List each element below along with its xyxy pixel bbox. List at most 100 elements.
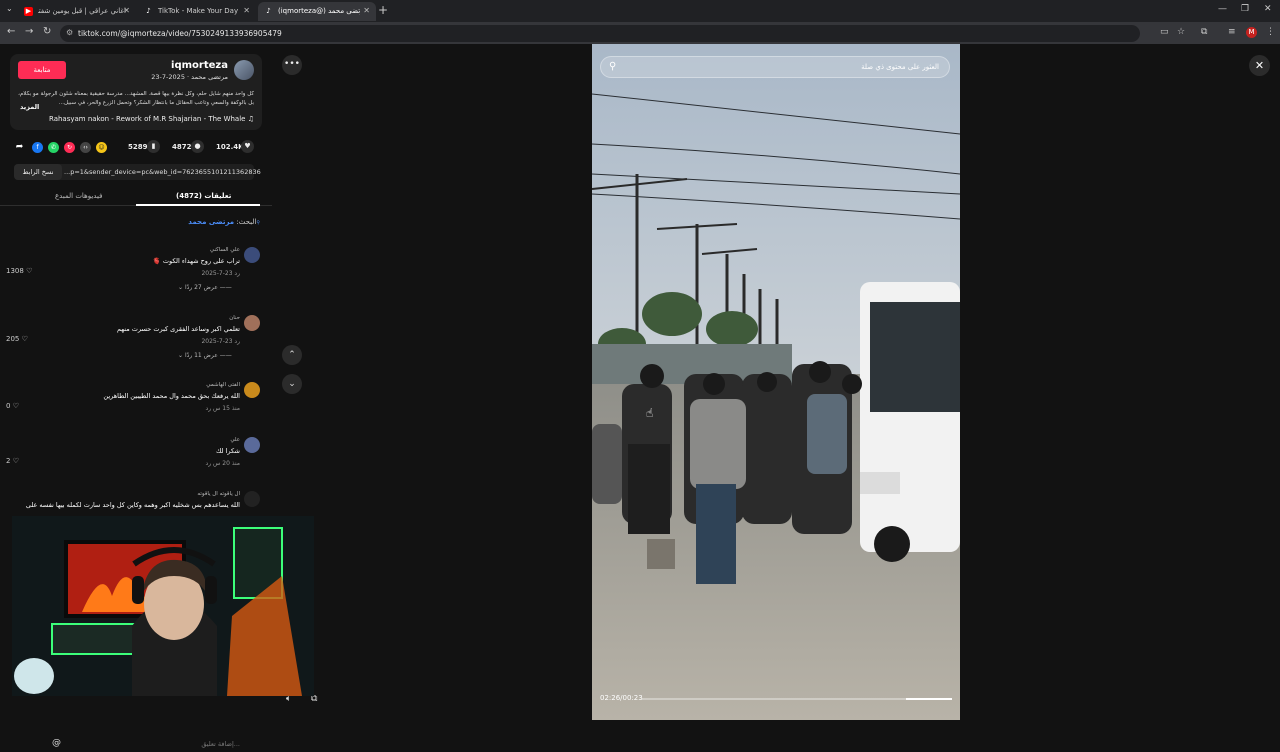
- video-progress-bar[interactable]: [642, 698, 952, 700]
- whatsapp-icon[interactable]: ✆: [48, 142, 59, 153]
- restore-icon[interactable]: ❐: [1241, 4, 1249, 14]
- comment-text: تعلمي اكبر وساعد الفقرى كبرت حسرت منهم: [116, 325, 240, 333]
- commenter-avatar[interactable]: [244, 382, 260, 398]
- comments-count: 4872: [172, 143, 192, 151]
- commenter-name[interactable]: علي: [230, 437, 240, 443]
- follow-button[interactable]: متابعة: [18, 61, 66, 79]
- comment-meta: منذ 15 س رد: [205, 405, 240, 412]
- browser-tab-youtube[interactable]: ▶ اغاني عراقي | قبل يومين شفته و... ✕: [18, 2, 136, 21]
- music-note-icon: ♫: [247, 115, 254, 123]
- comment-like[interactable]: 2 ♡: [6, 457, 19, 465]
- close-window-icon[interactable]: ✕: [1264, 4, 1272, 14]
- author-subline: مرتضى محمد · 2025-7-23: [151, 73, 228, 81]
- likes-count: 102.4K: [216, 143, 244, 151]
- replies-label: عرض 11 ردًا: [184, 352, 218, 359]
- back-icon[interactable]: ←: [7, 26, 15, 37]
- new-tab-button[interactable]: +: [378, 3, 388, 17]
- minimize-icon[interactable]: —: [1218, 4, 1227, 14]
- close-tab-icon[interactable]: ✕: [363, 6, 370, 15]
- heart-outline-icon: ♡: [21, 335, 28, 343]
- next-video-button[interactable]: ⌄: [282, 374, 302, 394]
- bookmark-star-icon[interactable]: ☆: [1177, 27, 1185, 37]
- emoji-icon[interactable]: ☺: [96, 142, 107, 153]
- browser-tab-bar: ⌄ ▶ اغاني عراقي | قبل يومين شفته و... ✕ …: [0, 0, 1280, 22]
- browser-tab-tiktok[interactable]: ♪ TikTok - Make Your Day ✕: [138, 2, 256, 21]
- author-username[interactable]: iqmorteza: [171, 60, 228, 71]
- view-replies[interactable]: ⌄ عرض 27 ردًا ——: [178, 284, 232, 291]
- tab-list-icon[interactable]: ⌄: [6, 4, 13, 13]
- video-frame: [592, 44, 960, 720]
- at-mention-icon[interactable]: @: [52, 738, 61, 748]
- author-card: متابعة iqmorteza مرتضى محمد · 2025-7-23 …: [10, 54, 262, 130]
- commenter-avatar[interactable]: [244, 491, 260, 507]
- close-icon[interactable]: ✕: [1249, 55, 1270, 76]
- cast-icon[interactable]: ▭: [1160, 27, 1169, 37]
- music-title: Rahasyam nakon - Rework of M.R Shajarian…: [48, 115, 246, 123]
- profile-avatar[interactable]: M: [1246, 27, 1257, 38]
- webcam-overlay: [12, 516, 314, 696]
- more-options-button[interactable]: •••: [282, 55, 302, 75]
- facebook-icon[interactable]: f: [32, 142, 43, 153]
- commenter-avatar[interactable]: [244, 437, 260, 453]
- commenter-name[interactable]: الفتى الهاشمي: [206, 382, 240, 388]
- commenter-name[interactable]: علي الساكني: [210, 247, 240, 253]
- tab-comments[interactable]: تعليقات (4872): [176, 192, 231, 200]
- copy-link-button[interactable]: نسخ الرابط: [14, 164, 62, 180]
- tiktok-repost-icon[interactable]: ↻: [64, 142, 75, 153]
- replies-label: عرض 27 ردًا: [184, 284, 218, 291]
- comment-text: شكرا لك: [216, 447, 240, 455]
- embed-icon[interactable]: ‹›: [80, 142, 91, 153]
- site-info-icon[interactable]: ⚙: [66, 28, 73, 37]
- like-count: 205: [6, 335, 20, 343]
- close-tab-icon[interactable]: ✕: [243, 6, 250, 15]
- chevron-down-icon: ⌄: [178, 352, 184, 359]
- menu-icon[interactable]: ⋮: [1266, 27, 1275, 37]
- commenter-name[interactable]: ال ياقوته ال ياقوته: [197, 491, 240, 497]
- extensions-icon[interactable]: ⧉: [1201, 27, 1207, 37]
- url-text: tiktok.com/@iqmorteza/video/753024913393…: [78, 29, 282, 38]
- comment-meta: منذ 20 س رد: [205, 460, 240, 467]
- webcam-image: [12, 516, 314, 696]
- media-icon[interactable]: ≡: [1228, 27, 1236, 37]
- music-line[interactable]: Rahasyam nakon - Rework of M.R Shajarian…: [49, 115, 254, 123]
- tab-title: TikTok - Make Your Day: [158, 7, 239, 15]
- author-avatar[interactable]: [234, 60, 254, 80]
- tiktok-icon: ♪: [146, 7, 151, 15]
- comment-like[interactable]: 205 ♡: [6, 335, 28, 343]
- comment-text: الله يرفعك بحق محمد وال محمد الطيبين الط…: [103, 392, 240, 400]
- comment-like[interactable]: 1308 ♡: [6, 267, 32, 275]
- video-progress-fill: [905, 698, 952, 700]
- commenter-avatar[interactable]: [244, 247, 260, 263]
- view-replies[interactable]: ⌄ عرض 11 ردًا ——: [178, 352, 232, 359]
- heart-icon[interactable]: ♥: [241, 140, 254, 153]
- commenter-avatar[interactable]: [244, 315, 260, 331]
- comment-meta: 2025-7-23 رد: [201, 270, 240, 277]
- action-bar: ➦ f ✆ ↻ ‹› ☺ 5289 ▮ 4872 ● 102.4K ♥: [10, 140, 262, 156]
- more-link[interactable]: المزيد: [20, 103, 39, 111]
- bookmark-icon[interactable]: ▮: [147, 140, 160, 153]
- related-search-input[interactable]: ⚲ العثور على محتوى ذي صلة: [600, 56, 950, 78]
- comment-icon[interactable]: ●: [191, 140, 204, 153]
- mouse-cursor-icon: ☝: [646, 406, 654, 420]
- search-suggestion[interactable]: البحث: مرتضى محمد ⚲: [188, 218, 260, 226]
- heart-outline-icon: ♡: [26, 267, 33, 275]
- heart-outline-icon: ♡: [12, 457, 19, 465]
- tab-creator-videos[interactable]: فيديوهات المبدع: [55, 192, 102, 200]
- youtube-icon: ▶: [24, 7, 33, 16]
- address-bar[interactable]: ⚙ tiktok.com/@iqmorteza/video/7530249133…: [60, 25, 1140, 42]
- comment-like[interactable]: 0 ♡: [6, 402, 19, 410]
- reload-icon[interactable]: ↻: [43, 26, 51, 37]
- close-tab-icon[interactable]: ✕: [123, 6, 130, 15]
- previous-video-button[interactable]: ⌃: [282, 345, 302, 365]
- video-player[interactable]: ⚲ العثور على محتوى ذي صلة ☝ 02:26/00:23: [592, 44, 960, 720]
- forward-icon[interactable]: →: [25, 26, 33, 37]
- tab-title: (iqmorteza@) مرتضى محمد: [278, 7, 360, 15]
- comment-item: حنان تعلمي اكبر وساعد الفقرى كبرت حسرت م…: [0, 315, 272, 379]
- commenter-name[interactable]: حنان: [229, 315, 240, 321]
- comment-input[interactable]: @ إضافة تعليق...: [30, 736, 270, 752]
- share-arrow-icon[interactable]: ➦: [14, 142, 25, 153]
- tab-title: اغاني عراقي | قبل يومين شفته و...: [38, 7, 126, 15]
- video-link-text[interactable]: ...p=1&sender_device=pc&web_id=762365510…: [64, 168, 261, 176]
- browser-toolbar: ← → ↻ ⚙ tiktok.com/@iqmorteza/video/7530…: [0, 22, 1280, 44]
- browser-tab-active[interactable]: ♪ (iqmorteza@) مرتضى محمد ✕: [258, 2, 376, 21]
